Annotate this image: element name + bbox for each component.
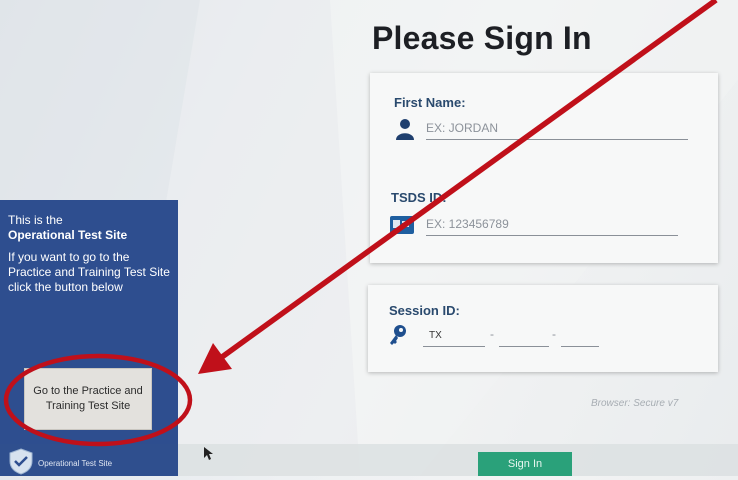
first-name-label: First Name:	[394, 95, 466, 110]
info-panel-text: This is the Operational Test Site If you…	[8, 213, 174, 295]
first-name-input[interactable]	[426, 117, 688, 139]
shield-check-icon	[8, 448, 34, 480]
person-icon	[396, 118, 414, 145]
info-panel: This is the Operational Test Site If you…	[0, 200, 178, 476]
browser-version: Browser: Secure v7	[591, 398, 679, 409]
mouse-cursor-icon	[204, 447, 214, 466]
session-id-label: Session ID:	[389, 303, 460, 318]
session-id-part1[interactable]	[423, 324, 491, 347]
tsds-id-field[interactable]	[426, 213, 678, 236]
session-id-part3[interactable]	[561, 324, 599, 347]
tsds-id-label: TSDS ID:	[391, 190, 447, 205]
session-id-part2[interactable]	[499, 324, 549, 347]
session-id-input-2[interactable]	[499, 324, 549, 346]
session-id-input-1[interactable]	[423, 324, 491, 346]
annotation-arrow-head	[198, 343, 232, 374]
name-id-card: First Name: TSDS ID:	[370, 73, 718, 263]
session-id-input-3[interactable]	[561, 324, 599, 346]
session-separator-1: -	[490, 327, 494, 341]
sign-in-button[interactable]: Sign In	[478, 452, 572, 476]
key-icon	[389, 324, 407, 351]
info-line-3: If you want to go to the Practice and Tr…	[8, 250, 170, 294]
practice-site-button[interactable]: Go to the Practice and Training Test Sit…	[24, 368, 152, 430]
page-title: Please Sign In	[372, 20, 592, 56]
footer-site-label: Operational Test Site	[38, 459, 113, 468]
first-name-field[interactable]	[426, 117, 688, 140]
info-line-1: This is the	[8, 213, 63, 227]
info-line-2: Operational Test Site	[8, 228, 128, 242]
tsds-id-input[interactable]	[426, 213, 678, 235]
session-separator-2: -	[552, 327, 556, 341]
session-id-card: Session ID: - -	[368, 285, 718, 372]
id-card-icon	[390, 216, 414, 239]
